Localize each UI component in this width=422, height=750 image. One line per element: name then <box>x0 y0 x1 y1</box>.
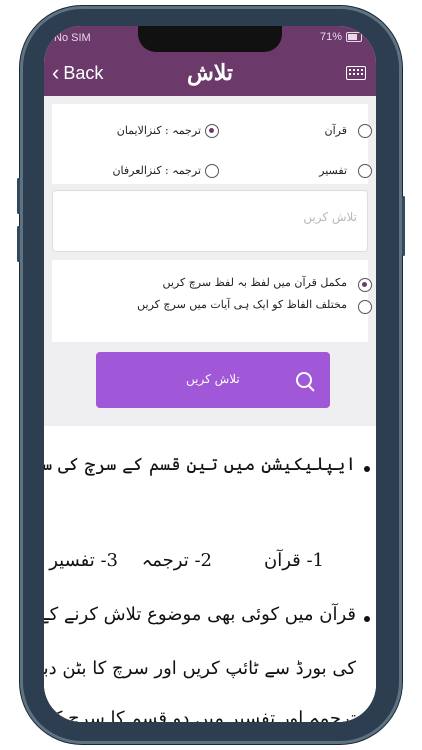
match-radio-word-by-word[interactable] <box>358 278 372 292</box>
info-line-4: ترجمہ اور تفسیر میں دو قسم کا سرچ کرنے ک… <box>44 708 356 722</box>
search-instructions: ایپلیکیشن میں تین قسم کے سرچ کی سہولت مو… <box>44 426 376 722</box>
scope-label-kanz-ul-iman: ترجمہ : کنزالایمان <box>116 124 201 137</box>
search-icon <box>296 372 312 388</box>
search-button-label: تلاش کریں <box>186 372 240 386</box>
scope-label-tafseer: تفسیر <box>319 164 347 177</box>
page-title: تلاش <box>186 60 234 86</box>
match-label-multiple-words: مختلف الفاظ کو ایک ہی آیات میں سرچ کریں <box>137 298 347 311</box>
scope-radio-quran[interactable] <box>358 124 372 138</box>
search-button[interactable]: تلاش کریں <box>96 352 330 408</box>
bullet <box>364 466 370 472</box>
match-options-card: مکمل قرآن میں لفظ بہ لفظ سرچ کریں مختلف … <box>52 260 372 342</box>
status-right: 71% <box>320 31 362 43</box>
scope-label-kanz-ul-irfan: ترجمہ : کنزالعرفان <box>112 164 201 177</box>
scope-radio-tafseer[interactable] <box>358 164 372 178</box>
volume-up-button <box>17 178 20 214</box>
search-page: قرآن ترجمہ : کنزالایمان تفسیر ترجمہ : کن… <box>44 96 376 722</box>
keyboard-icon[interactable] <box>346 66 366 80</box>
volume-down-button <box>17 226 20 262</box>
match-radio-multiple-words[interactable] <box>358 300 372 314</box>
info-line-1: ایپلیکیشن میں تین قسم کے سرچ کی سہولت مو… <box>44 454 356 475</box>
search-input[interactable] <box>65 209 359 225</box>
battery-icon <box>346 32 362 42</box>
scope-options-card: قرآن ترجمہ : کنزالایمان تفسیر ترجمہ : کن… <box>52 104 372 184</box>
search-type-tafseer: 3- تفسیر <box>49 550 118 571</box>
search-type-quran: 1- قرآن <box>263 550 324 571</box>
carrier-status: No SIM <box>54 32 91 44</box>
power-button <box>402 196 405 256</box>
info-line-3: کی بورڈ سے ٹائپ کریں اور سرچ کا بٹن دبائ… <box>44 658 356 679</box>
app-screen: No SIM 71% ‹ Back تلاش قرآن ترجمہ : کنزا… <box>44 26 376 722</box>
notch <box>138 26 282 52</box>
scope-radio-kanz-ul-iman[interactable] <box>205 124 219 138</box>
battery-percent: 71% <box>319 31 342 43</box>
match-label-word-by-word: مکمل قرآن میں لفظ بہ لفظ سرچ کریں <box>162 276 347 289</box>
bullet <box>364 616 370 622</box>
scope-radio-kanz-ul-irfan[interactable] <box>205 164 219 178</box>
scope-label-quran: قرآن <box>324 124 347 137</box>
search-type-tarjuma: 2- ترجمہ <box>141 550 212 571</box>
search-field <box>52 190 368 252</box>
info-line-2: قرآن میں کوئی بھی موضوع تلاش کرنے کے لیے… <box>44 604 356 625</box>
